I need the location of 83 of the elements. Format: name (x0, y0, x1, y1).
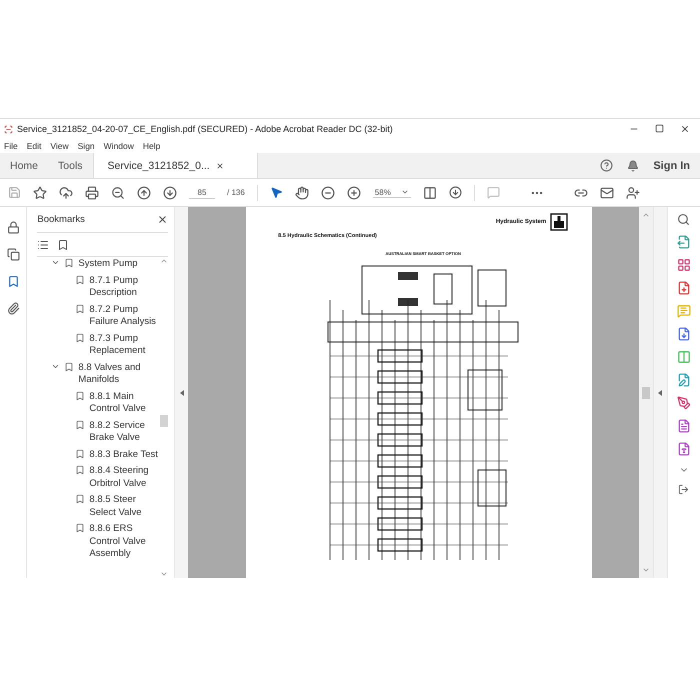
pointer-icon[interactable] (270, 186, 283, 199)
scroll-down-icon[interactable] (160, 570, 168, 578)
attachments-icon[interactable] (6, 302, 20, 315)
bookmark-icon (64, 362, 74, 372)
zoom-plus-icon[interactable] (346, 186, 361, 200)
bookmark-item[interactable]: 8.7.2 Pump Failure Analysis (89, 304, 160, 328)
bookmark-item[interactable]: 8.8.1 Main Control Valve (89, 390, 160, 416)
page-total: / 136 (227, 188, 245, 197)
bookmark-item[interactable]: 8.8.6 ERS Control Valve Assembly (89, 523, 160, 560)
scroll-down-icon[interactable] (642, 566, 650, 574)
bookmark-item[interactable]: 8.8.2 Service Brake Valve (89, 420, 160, 444)
menu-item[interactable]: View (50, 141, 69, 151)
page-layout-icon[interactable] (422, 186, 437, 200)
create-tool-icon[interactable] (676, 281, 691, 295)
bookmark-icon (64, 258, 74, 268)
hand-icon[interactable] (294, 186, 309, 200)
bookmark-icon (75, 420, 86, 430)
edit-tool-icon[interactable] (676, 373, 691, 387)
bookmark-icon (75, 390, 86, 400)
scrollbar-thumb[interactable] (160, 415, 168, 427)
export-tool-icon[interactable] (676, 235, 691, 249)
bell-icon[interactable] (627, 160, 640, 172)
bookmark-icon (75, 332, 86, 342)
window-title: Service_3121852_04-20-07_CE_English.pdf (SECURED) - Adobe Acrobat Reader DC (32-bit) (17, 124, 393, 134)
bookmark-item[interactable]: System Pump (78, 258, 138, 270)
chevron-down-icon[interactable] (51, 258, 60, 267)
search-icon[interactable] (677, 213, 690, 226)
menu-item[interactable]: Help (142, 141, 160, 151)
page-number-field[interactable]: 85 (189, 186, 215, 198)
scroll-mode-icon[interactable] (448, 186, 462, 199)
bookmark-icon (75, 494, 86, 504)
scroll-up-icon[interactable] (160, 257, 168, 265)
menu-item[interactable]: Edit (26, 141, 42, 151)
sign-in-button[interactable]: Sign In (653, 160, 690, 172)
zoom-minus-icon[interactable] (320, 186, 335, 200)
collapse-arrow-icon[interactable] (180, 390, 184, 396)
bookmark-item[interactable]: 8.8 Valves and Manifolds (78, 362, 160, 386)
menu-item[interactable]: File (4, 141, 18, 151)
bookmark-icon (75, 274, 86, 284)
organize-tool-icon[interactable] (676, 258, 691, 272)
menu-item[interactable]: Sign (78, 141, 95, 151)
sign-tool-icon[interactable] (676, 396, 691, 410)
new-bookmark-icon[interactable] (57, 238, 70, 250)
convert-tool-icon[interactable] (676, 327, 691, 341)
previous-page-icon[interactable] (137, 186, 151, 200)
cloud-upload-icon[interactable] (59, 186, 73, 200)
maximize-icon[interactable] (655, 124, 664, 133)
scroll-up-icon[interactable] (642, 211, 650, 219)
next-page-icon[interactable] (163, 186, 177, 200)
bookmark-icon (75, 523, 86, 533)
tab[interactable]: Tools (48, 153, 93, 178)
panel-title: Bookmarks (37, 214, 85, 225)
bookmark-icon (75, 465, 86, 475)
scrollbar-thumb[interactable] (642, 386, 650, 398)
bookmark-item[interactable]: 8.8.4 Steering Orbitrol Valve (89, 465, 160, 490)
pages-icon[interactable] (6, 248, 20, 261)
protect-tool-icon[interactable] (676, 442, 691, 456)
caret-icon (400, 188, 409, 196)
menu-item[interactable]: Window (104, 141, 134, 151)
star-icon[interactable] (33, 186, 47, 200)
bookmark-item[interactable]: 8.8.3 Brake Test (89, 448, 158, 461)
tab[interactable]: Service_3121852_0... (92, 153, 258, 178)
close-icon[interactable] (680, 124, 690, 134)
help-icon[interactable] (600, 159, 614, 172)
tab[interactable]: Home (0, 153, 48, 178)
collapse-tools-icon[interactable] (678, 484, 690, 495)
bookmarks-icon[interactable] (6, 275, 20, 288)
mail-icon[interactable] (600, 186, 614, 200)
bookmark-icon (75, 448, 86, 458)
expand-arrow-icon[interactable] (658, 390, 662, 396)
close-panel-icon[interactable] (157, 214, 168, 225)
print-icon[interactable] (85, 186, 99, 200)
form-tool-icon[interactable] (676, 419, 691, 433)
zoom-field[interactable]: 58% (372, 188, 411, 198)
lock-icon[interactable] (6, 221, 20, 234)
bookmark-icon (75, 304, 86, 314)
zoom-out-icon[interactable] (111, 186, 125, 200)
bookmark-item[interactable]: 8.7.1 Pump Description (89, 274, 160, 300)
bookmark-item[interactable]: 8.7.3 Pump Replacement (89, 332, 160, 358)
add-user-icon[interactable] (626, 186, 640, 200)
bookmark-item[interactable]: 8.8.5 Steer Select Valve (89, 494, 160, 519)
hydraulic-cylinder-icon (550, 213, 568, 231)
close-tab-icon[interactable] (216, 162, 224, 170)
